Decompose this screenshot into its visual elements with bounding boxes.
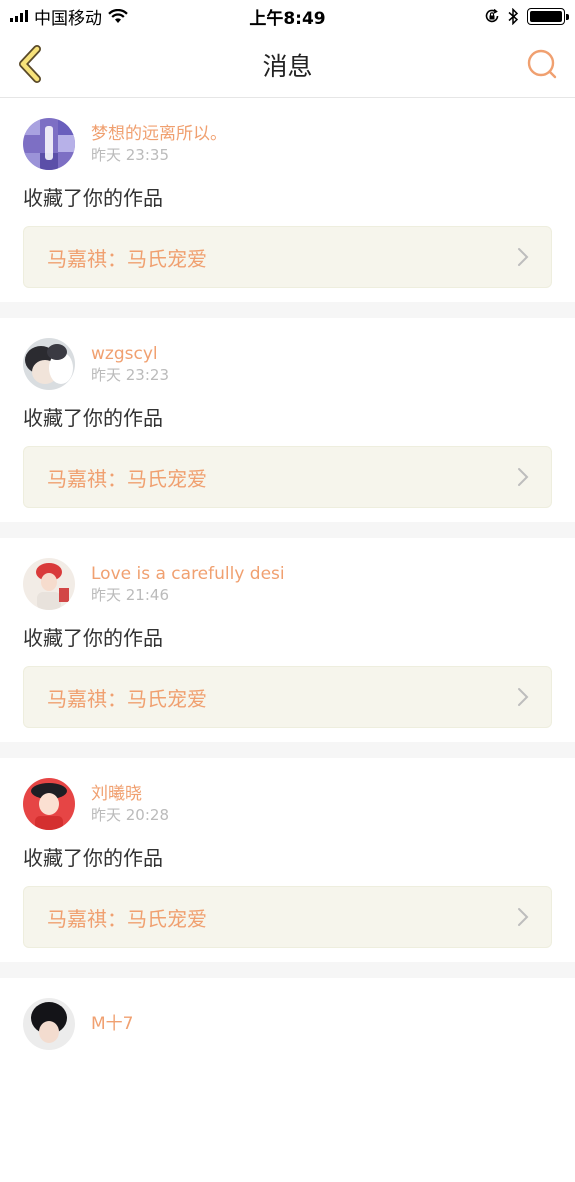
status-right — [484, 7, 569, 25]
notification-meta: 刘曦晓 昨天 20:28 — [91, 783, 169, 825]
notification-item: wzgscyl 昨天 23:23 收藏了你的作品 马嘉祺：马氏宠爱 — [0, 318, 575, 522]
notification-meta: wzgscyl 昨天 23:23 — [91, 343, 169, 385]
notification-item: 刘曦晓 昨天 20:28 收藏了你的作品 马嘉祺：马氏宠爱 — [0, 758, 575, 962]
action-text: 收藏了你的作品 — [23, 626, 163, 650]
work-title: 马嘉祺：马氏宠爱 — [47, 906, 207, 931]
status-bar: 中国移动 上午8:49 — [0, 0, 575, 32]
status-left: 中国移动 — [10, 4, 128, 29]
avatar[interactable] — [23, 778, 75, 830]
timestamp: 昨天 23:35 — [91, 146, 169, 164]
chevron-right-icon — [518, 468, 529, 486]
carrier-name: 中国移动 — [34, 8, 102, 29]
timestamp: 昨天 23:23 — [91, 366, 169, 384]
separator — [0, 742, 575, 758]
notification-item: Love is a carefully desi 昨天 21:46 收藏了你的作… — [0, 538, 575, 742]
work-link[interactable]: 马嘉祺：马氏宠爱 — [23, 666, 552, 728]
notification-meta: Love is a carefully desi 昨天 21:46 — [91, 563, 285, 605]
notification-header: M十7 — [23, 998, 552, 1050]
signal-icon — [10, 10, 28, 22]
separator — [0, 522, 575, 538]
bluetooth-icon — [508, 7, 519, 25]
notification-list: 梦想的远离所以。 昨天 23:35 收藏了你的作品 马嘉祺：马氏宠爱 wzgsc… — [0, 98, 575, 1182]
notification-item: M十7 — [0, 978, 575, 1182]
back-button[interactable] — [10, 44, 50, 84]
battery-icon — [527, 7, 569, 25]
notification-meta: M十7 — [91, 1013, 133, 1035]
avatar[interactable] — [23, 338, 75, 390]
username[interactable]: wzgscyl — [91, 343, 169, 365]
separator — [0, 962, 575, 978]
notification-header: 刘曦晓 昨天 20:28 — [23, 778, 552, 830]
wifi-icon — [108, 8, 128, 23]
avatar[interactable] — [23, 998, 75, 1050]
action-text: 收藏了你的作品 — [23, 186, 163, 210]
page-title: 消息 — [262, 51, 313, 81]
timestamp: 昨天 21:46 — [91, 586, 169, 604]
notification-meta: 梦想的远离所以。 昨天 23:35 — [91, 123, 227, 165]
notification-item: 梦想的远离所以。 昨天 23:35 收藏了你的作品 马嘉祺：马氏宠爱 — [0, 98, 575, 302]
nav-bar: 消息 — [0, 32, 575, 98]
action-text: 收藏了你的作品 — [23, 406, 163, 430]
work-link[interactable]: 马嘉祺：马氏宠爱 — [23, 226, 552, 288]
notification-header: 梦想的远离所以。 昨天 23:35 — [23, 118, 552, 170]
avatar[interactable] — [23, 558, 75, 610]
notification-header: wzgscyl 昨天 23:23 — [23, 338, 552, 390]
notification-header: Love is a carefully desi 昨天 21:46 — [23, 558, 552, 610]
work-link[interactable]: 马嘉祺：马氏宠爱 — [23, 446, 552, 508]
username[interactable]: 刘曦晓 — [91, 783, 169, 805]
chevron-right-icon — [518, 688, 529, 706]
work-title: 马嘉祺：马氏宠爱 — [47, 466, 207, 491]
separator — [0, 302, 575, 318]
username[interactable]: 梦想的远离所以。 — [91, 123, 227, 145]
chevron-right-icon — [518, 248, 529, 266]
work-title: 马嘉祺：马氏宠爱 — [47, 686, 207, 711]
username[interactable]: M十7 — [91, 1013, 133, 1035]
chevron-left-icon — [19, 45, 41, 83]
timestamp: 昨天 20:28 — [91, 806, 169, 824]
chevron-right-icon — [518, 908, 529, 926]
username[interactable]: Love is a carefully desi — [91, 563, 285, 585]
orientation-lock-icon — [485, 8, 499, 23]
search-icon — [527, 49, 557, 79]
action-text: 收藏了你的作品 — [23, 846, 163, 870]
work-title: 马嘉祺：马氏宠爱 — [47, 246, 207, 271]
work-link[interactable]: 马嘉祺：马氏宠爱 — [23, 886, 552, 948]
avatar[interactable] — [23, 118, 75, 170]
search-button[interactable] — [523, 45, 561, 83]
